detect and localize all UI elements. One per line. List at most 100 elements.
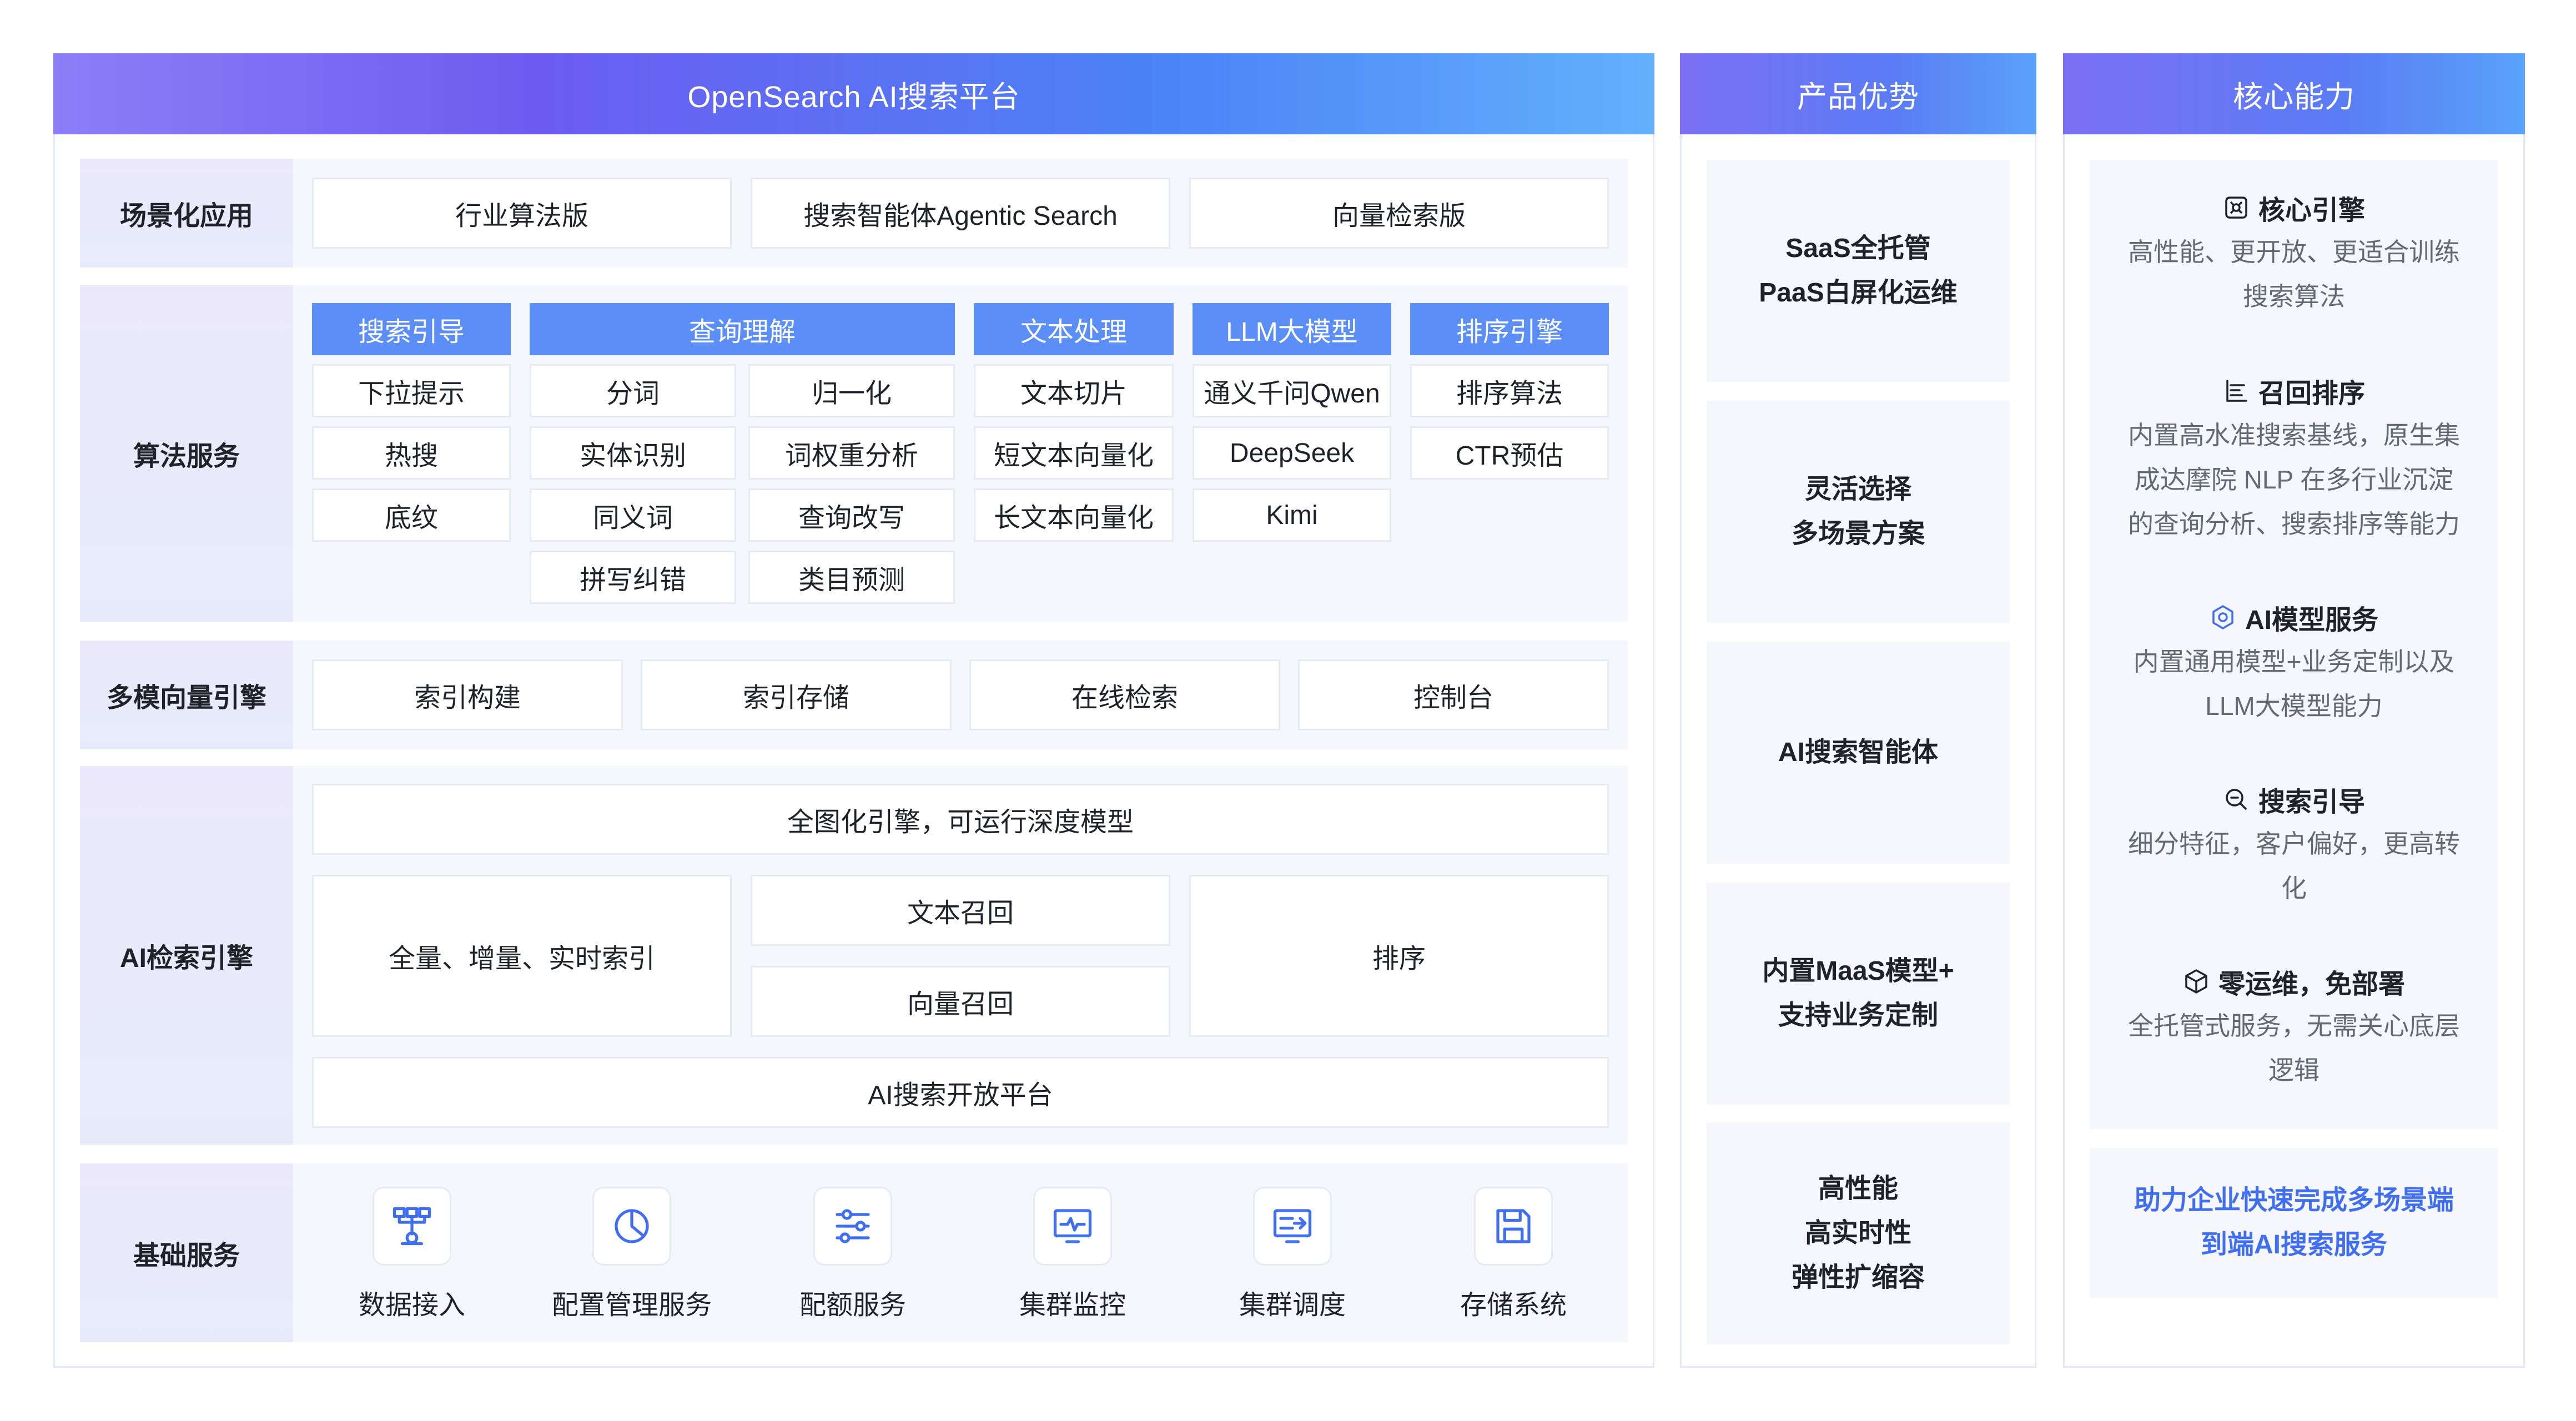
ai-full-graph-engine: 全图化引擎，可运行深度模型: [312, 784, 1609, 855]
advantage-line: 弹性扩缩容: [1791, 1263, 1925, 1292]
infra-item-label: 配置管理服务: [551, 1291, 712, 1320]
algo-tokenization: 分词: [530, 364, 736, 417]
capability-title-row: 核心引擎: [2090, 185, 2498, 230]
capability-title: 核心引擎: [2258, 196, 2365, 225]
infra-item-data-ingest: 数据接入: [329, 1187, 495, 1331]
scenario-vector-retrieval: 向量检索版: [1189, 178, 1609, 249]
capability-title-row: 召回排序: [2090, 369, 2498, 413]
ai-rank: 排序: [1189, 875, 1609, 1037]
ai-vector-recall: 向量召回: [751, 966, 1170, 1037]
algo-entity-recognition: 实体识别: [530, 426, 736, 480]
advantage-card: 高性能 高实时性 弹性扩缩容: [1707, 1122, 2010, 1344]
infra-item-config-management: 配置管理服务: [549, 1187, 715, 1331]
algo-ranking-algorithm: 排序算法: [1410, 364, 1609, 417]
algo-qwen: 通义千问Qwen: [1193, 364, 1391, 417]
capability-core-engine: 核心引擎 高性能、更开放、更适合训练 搜索算法: [2090, 185, 2498, 330]
category-query-understanding: 查询理解: [530, 303, 955, 355]
search-guide-icon: [2226, 789, 2247, 810]
capability-title: 召回排序: [2258, 379, 2365, 409]
monitor-pulse-icon: [1033, 1187, 1112, 1266]
vector-engine-row-label: 多模向量引擎: [80, 641, 293, 749]
advantage-line: 内置MaaS模型+: [1762, 956, 1954, 986]
algo-synonym: 同义词: [530, 488, 736, 542]
advantage-line: AI搜索智能体: [1778, 738, 1938, 767]
main-title-header: OpenSearch AI搜索平台: [53, 53, 1654, 134]
capabilities-header: 核心能力: [2063, 53, 2525, 134]
ai-text-recall: 文本召回: [751, 875, 1170, 946]
algorithm-row-label: 算法服务: [80, 285, 293, 622]
capability-title: 零运维，免部署: [2218, 970, 2405, 999]
capability-title-row: 搜索引导: [2090, 777, 2498, 822]
infra-item-label: 集群调度: [1239, 1291, 1346, 1320]
cube-icon: [2185, 969, 2207, 994]
advantage-card: AI搜索智能体: [1707, 642, 2010, 864]
capability-desc: 化: [2281, 874, 2307, 903]
category-llm: LLM大模型: [1193, 303, 1391, 355]
capability-title: AI模型服务: [2245, 606, 2378, 635]
capability-desc: 高性能、更开放、更适合训练: [2128, 238, 2460, 266]
infra-item-cluster-schedule: 集群调度: [1209, 1187, 1376, 1331]
capability-desc: 全托管式服务，无需关心底层: [2128, 1011, 2460, 1040]
infra-item-quota: 配额服务: [769, 1187, 936, 1331]
algo-deepseek: DeepSeek: [1193, 426, 1391, 480]
data-ingest-icon: [373, 1187, 451, 1266]
capability-zero-ops: 零运维，免部署 全托管式服务，无需关心底层 逻辑: [2090, 959, 2498, 1103]
algo-category-prediction: 类目预测: [748, 551, 955, 604]
capability-desc: 逻辑: [2268, 1056, 2320, 1085]
algo-ctr-prediction: CTR预估: [1410, 426, 1609, 480]
capability-title-row: AI模型服务: [2090, 595, 2498, 639]
capability-desc: 细分特征，客户偏好，更高转: [2128, 829, 2460, 858]
algo-term-weight: 词权重分析: [748, 426, 955, 480]
scenario-industry-algorithm: 行业算法版: [312, 178, 732, 249]
capability-title-row: 零运维，免部署: [2090, 959, 2498, 1004]
advantage-line: SaaS全托管: [1785, 234, 1931, 263]
vector-index-storage: 索引存储: [641, 659, 952, 730]
scenario-agentic-search: 搜索智能体Agentic Search: [751, 178, 1170, 249]
algo-shading-words: 底纹: [312, 488, 511, 542]
capabilities-footer-line: 助力企业快速完成多场景端: [2134, 1186, 2454, 1215]
capability-desc: LLM大模型能力: [2205, 692, 2383, 720]
advantage-line: 高实时性: [1804, 1218, 1911, 1248]
category-text-processing: 文本处理: [974, 303, 1174, 355]
capability-desc: 的查询分析、搜索排序等能力: [2128, 510, 2460, 538]
ai-open-platform: AI搜索开放平台: [312, 1057, 1609, 1128]
capability-desc: 成达摩院 NLP 在多行业沉淀: [2134, 465, 2454, 494]
infra-item-label: 存储系统: [1460, 1291, 1567, 1320]
algo-text-chunking: 文本切片: [974, 364, 1174, 417]
engine-icon: [2225, 196, 2247, 219]
advantages-header: 产品优势: [1680, 53, 2036, 134]
capability-search-guide: 搜索引导 细分特征，客户偏好，更高转 化: [2090, 777, 2498, 921]
scenario-row-label: 场景化应用: [80, 159, 293, 268]
infra-item-label: 集群监控: [1019, 1291, 1126, 1320]
vector-console: 控制台: [1298, 659, 1609, 730]
vector-online-retrieval: 在线检索: [969, 659, 1280, 730]
ai-indexing: 全量、增量、实时索引: [312, 875, 732, 1037]
advantage-line: 灵活选择: [1804, 475, 1911, 504]
category-search-guide: 搜索引导: [312, 303, 511, 355]
advantage-line: PaaS白屏化运维: [1759, 278, 1958, 308]
pie-chart-icon: [592, 1187, 671, 1266]
infra-row-label: 基础服务: [80, 1163, 293, 1342]
algo-dropdown-suggest: 下拉提示: [312, 364, 511, 417]
ranking-bars-icon: [2226, 380, 2247, 402]
capability-desc: 内置通用模型+业务定制以及: [2133, 647, 2455, 676]
save-disk-icon: [1474, 1187, 1553, 1266]
algo-hot-search: 热搜: [312, 426, 511, 480]
capability-recall-ranking: 召回排序 内置高水准搜索基线，原生集 成达摩院 NLP 在多行业沉淀 的查询分析…: [2090, 369, 2498, 557]
category-ranking-engine: 排序引擎: [1410, 303, 1609, 355]
infra-item-label: 配额服务: [799, 1291, 906, 1320]
advantage-line: 支持业务定制: [1778, 1001, 1938, 1030]
capability-ai-model: AI模型服务 内置通用模型+业务定制以及 LLM大模型能力: [2090, 595, 2498, 739]
algo-spell-correction: 拼写纠错: [530, 551, 736, 604]
advantage-card: SaaS全托管 PaaS白屏化运维: [1707, 160, 2010, 382]
advantage-line: 多场景方案: [1791, 519, 1925, 548]
ai-engine-row-label: AI检索引擎: [80, 766, 293, 1145]
sliders-icon: [813, 1187, 892, 1266]
algo-short-text-embedding: 短文本向量化: [974, 426, 1174, 480]
capabilities-footer-card: 助力企业快速完成多场景端 到端AI搜索服务: [2090, 1148, 2498, 1298]
schedule-arrow-icon: [1253, 1187, 1332, 1266]
algo-normalization: 归一化: [748, 364, 955, 417]
vector-index-build: 索引构建: [312, 659, 623, 730]
advantage-card: 灵活选择 多场景方案: [1707, 401, 2010, 623]
capability-title: 搜索引导: [2258, 788, 2365, 817]
